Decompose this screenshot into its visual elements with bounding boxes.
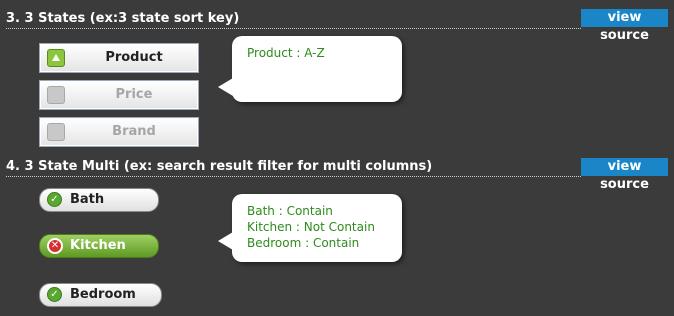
filter-status-kitchen: Kitchen : Not Contain — [247, 220, 375, 234]
sort-button-label: Product — [105, 50, 163, 65]
sort-button-price[interactable]: Price — [39, 80, 199, 110]
sort-button-brand[interactable]: Brand — [39, 117, 199, 147]
ascending-icon — [47, 49, 65, 67]
filter-toggle-bath[interactable]: ✓ Bath — [39, 188, 159, 212]
filter-status-bedroom: Bedroom : Contain — [247, 236, 360, 250]
bubble-tail — [218, 78, 233, 96]
bubble-tail — [218, 232, 233, 250]
check-icon: ✓ — [47, 192, 62, 207]
filter-toggle-bedroom[interactable]: ✓ Bedroom — [39, 283, 162, 307]
filter-toggle-kitchen[interactable]: ✕ Kitchen — [39, 234, 159, 258]
section-divider — [6, 28, 581, 29]
section-title-3-states: 3. 3 States (ex:3 state sort key) — [6, 11, 240, 26]
section-divider — [6, 176, 581, 177]
sort-status-bubble: Product : A-Z — [218, 36, 402, 102]
sort-off-icon — [47, 86, 65, 104]
filter-status-bath: Bath : Contain — [247, 204, 333, 218]
sort-status-text: Product : A-Z — [247, 46, 325, 60]
view-source-button-3-state-multi[interactable]: view source — [581, 158, 668, 192]
sort-button-label: Brand — [112, 124, 156, 139]
sort-off-icon — [47, 123, 65, 141]
close-icon: ✕ — [47, 238, 63, 254]
section-title-3-state-multi: 4. 3 State Multi (ex: search result filt… — [6, 159, 433, 174]
view-source-button-3-states[interactable]: view source — [581, 9, 668, 43]
filter-toggle-label: Bedroom — [70, 287, 136, 302]
filter-toggle-label: Bath — [70, 192, 105, 207]
filter-toggle-label: Kitchen — [70, 238, 126, 253]
filter-status-bubble: Bath : Contain Kitchen : Not Contain Bed… — [218, 194, 402, 262]
sort-button-product[interactable]: Product — [39, 43, 199, 73]
check-icon: ✓ — [47, 287, 62, 302]
sort-button-label: Price — [115, 87, 153, 102]
